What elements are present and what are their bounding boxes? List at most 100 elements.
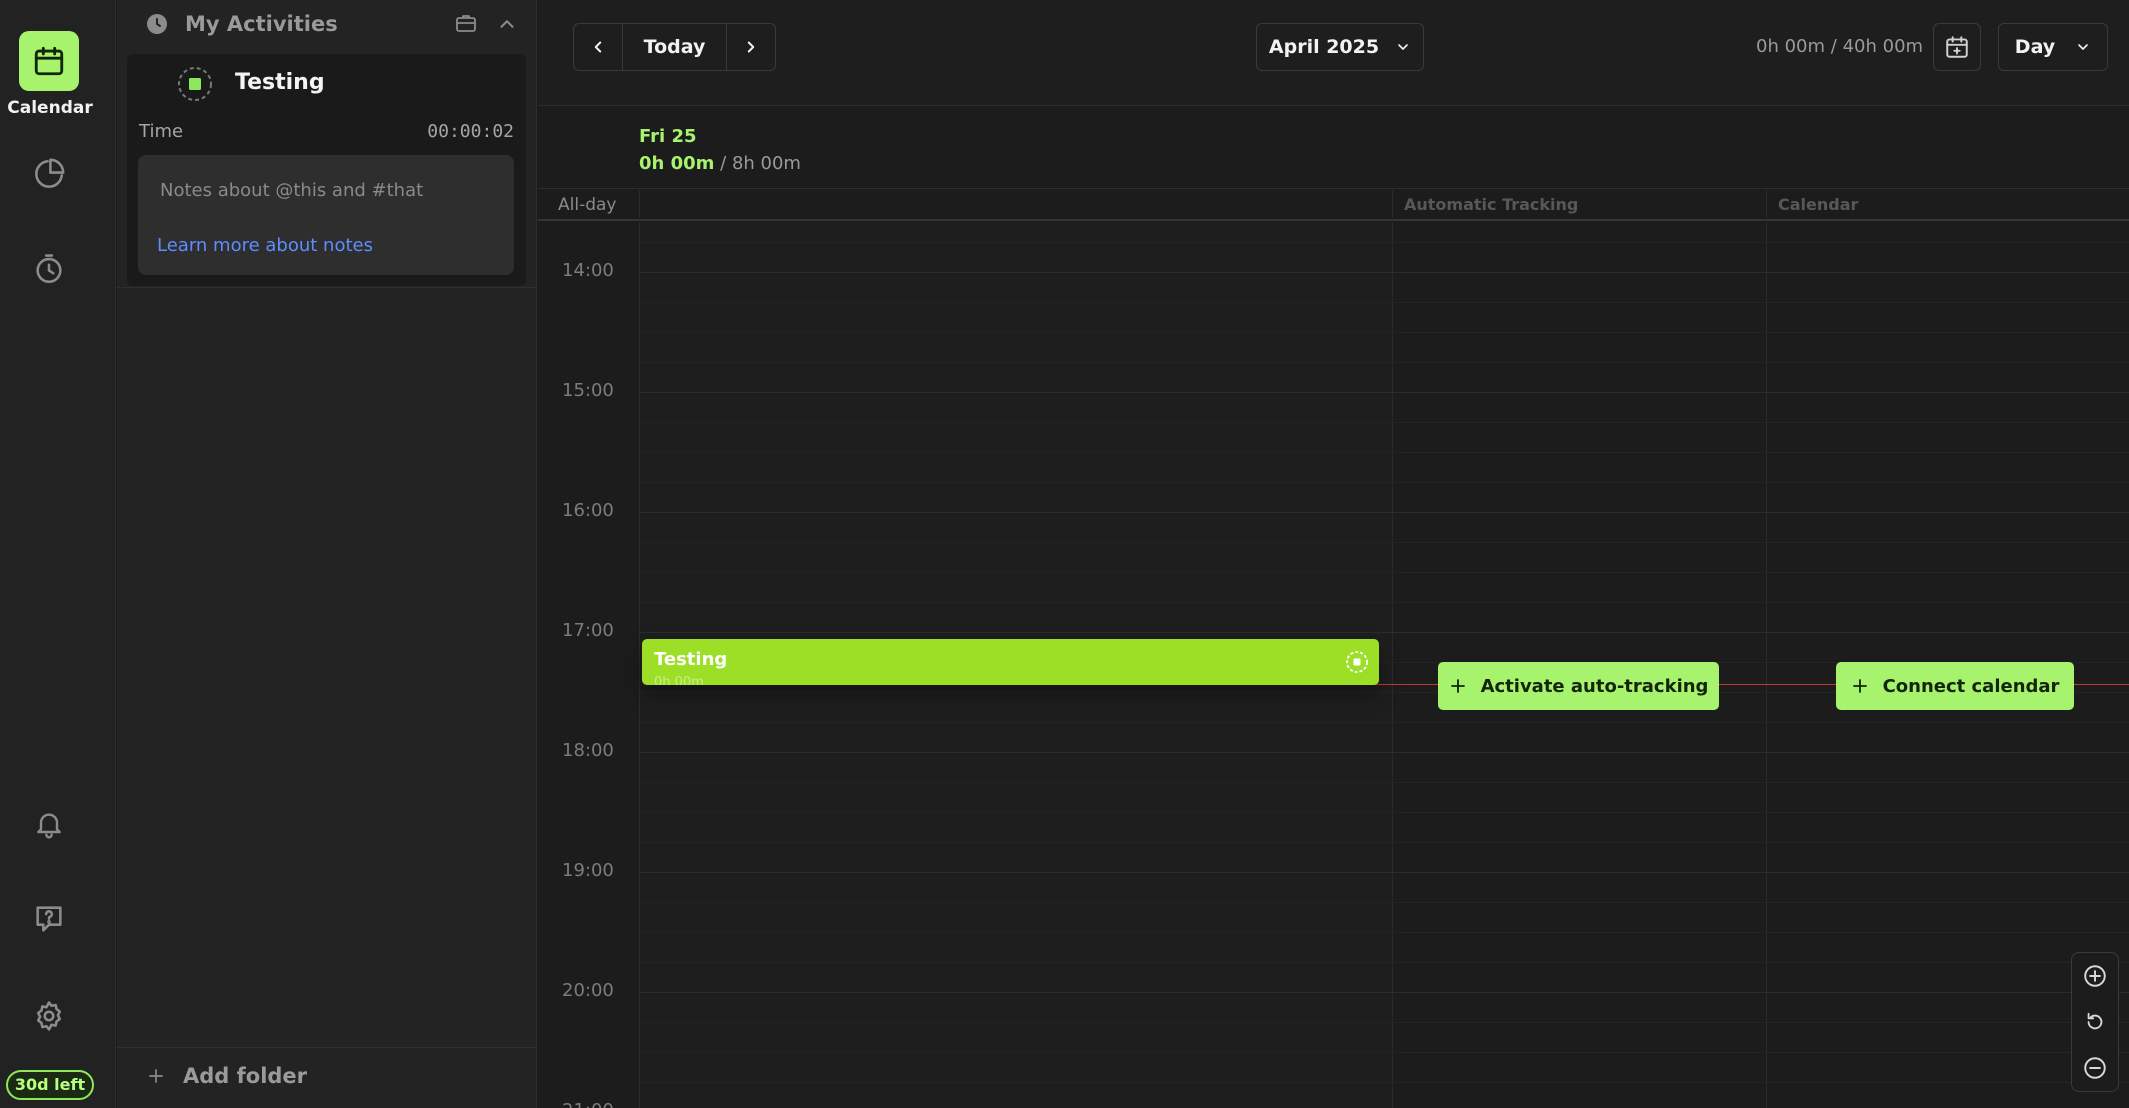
activity-card[interactable]: Testing Time 00:00:02 Notes about @this …	[127, 54, 526, 286]
collapse-chevron-icon[interactable]	[496, 13, 518, 35]
month-picker[interactable]: April 2025	[1256, 23, 1424, 71]
timesheet-nav-button[interactable]	[30, 250, 68, 288]
activate-auto-tracking-label: Activate auto-tracking	[1480, 675, 1709, 697]
stop-tracking-icon[interactable]	[177, 66, 213, 102]
zoom-out-icon	[2084, 1057, 2106, 1079]
chevron-right-icon	[747, 41, 755, 53]
automatic-tracking-column-header: Automatic Tracking	[1404, 195, 1579, 214]
all-day-label: All-day	[558, 195, 617, 215]
column-divider	[1766, 222, 1767, 1108]
time-label: Time	[139, 121, 184, 142]
hour-label: 21:00	[562, 1100, 614, 1108]
quarter-hour-line	[640, 572, 2129, 573]
quarter-hour-line	[640, 722, 2129, 723]
hour-line	[640, 392, 2129, 393]
event-duration: 0h 00m	[654, 675, 704, 685]
calendar-icon	[34, 46, 64, 76]
calendar-event[interactable]: Testing 0h 00m	[642, 639, 1379, 685]
left-rail: Calendar 30d left	[0, 0, 116, 1108]
calendar-main: Today April 2025 0h 00m / 40h 00m Day Fr…	[538, 0, 2129, 1108]
quarter-hour-line	[640, 452, 2129, 453]
plus-icon	[1852, 679, 1867, 693]
notifications-button[interactable]	[30, 805, 68, 843]
column-divider	[639, 190, 640, 221]
quarter-hour-line	[640, 1052, 2129, 1053]
zoom-in-icon	[2084, 965, 2106, 987]
bell-icon	[37, 813, 61, 839]
quarter-hour-line	[640, 362, 2129, 363]
activity-name: Testing	[235, 70, 325, 95]
settings-button[interactable]	[30, 997, 68, 1035]
add-folder-label: Add folder	[183, 1064, 308, 1088]
next-day-button[interactable]	[727, 24, 775, 70]
view-picker[interactable]: Day	[1998, 23, 2108, 71]
hour-line	[640, 992, 2129, 993]
week-tracked: 0h 00m	[1756, 36, 1826, 57]
activities-panel: My Activities Testing Time 00:00:02 Note…	[117, 0, 537, 1108]
chevron-left-icon	[594, 41, 602, 53]
calendar-nav-button[interactable]	[19, 31, 79, 91]
add-calendar-event-button[interactable]	[1933, 23, 1981, 71]
week-goal: 40h 00m	[1842, 36, 1924, 57]
day-goal: / 8h 00m	[720, 153, 801, 174]
zoom-out-button[interactable]	[2072, 1045, 2118, 1091]
trial-days-badge[interactable]: 30d left	[6, 1070, 94, 1100]
quarter-hour-line	[640, 962, 2129, 963]
help-button[interactable]	[30, 900, 68, 938]
calendar-column-header: Calendar	[1778, 195, 1859, 214]
pie-chart-icon	[35, 158, 65, 188]
stopwatch-icon	[36, 254, 62, 284]
plus-icon	[1450, 679, 1465, 693]
quarter-hour-line	[640, 482, 2129, 483]
connect-calendar-button[interactable]: Connect calendar	[1836, 662, 2074, 710]
month-label: April 2025	[1268, 36, 1380, 58]
learn-notes-link[interactable]: Learn more about notes	[157, 235, 373, 256]
quarter-hour-line	[640, 902, 2129, 903]
zoom-in-button[interactable]	[2072, 953, 2118, 999]
gear-icon	[36, 1001, 62, 1031]
connect-calendar-label: Connect calendar	[1882, 675, 2060, 697]
view-label: Day	[2014, 36, 2056, 58]
briefcase-icon[interactable]	[453, 11, 479, 35]
week-hours-summary: 0h 00m / 40h 00m	[1756, 36, 1923, 57]
column-divider	[1392, 190, 1393, 221]
week-separator: /	[1830, 36, 1837, 57]
hour-label: 16:00	[562, 500, 614, 521]
quarter-hour-line	[640, 932, 2129, 933]
hour-line	[640, 512, 2129, 513]
all-day-row[interactable]: All-day Automatic Tracking Calendar	[538, 190, 2129, 221]
notes-input[interactable]: Notes about @this and #that Learn more a…	[138, 155, 514, 275]
quarter-hour-line	[640, 332, 2129, 333]
hour-label: 19:00	[562, 860, 614, 881]
calendar-toolbar: Today April 2025 0h 00m / 40h 00m Day	[538, 0, 2129, 106]
column-divider	[639, 222, 640, 1108]
day-tracked: 0h 00m	[639, 153, 715, 174]
quarter-hour-line	[640, 812, 2129, 813]
hour-line	[640, 872, 2129, 873]
hour-label: 17:00	[562, 620, 614, 641]
chevron-down-icon	[1398, 44, 1408, 50]
day-name[interactable]: Fri 25	[639, 126, 697, 147]
quarter-hour-line	[640, 782, 2129, 783]
quarter-hour-line	[640, 1082, 2129, 1083]
calendar-plus-icon	[1946, 36, 1968, 58]
zoom-reset-button[interactable]	[2072, 999, 2118, 1045]
quarter-hour-line	[640, 602, 2129, 603]
quarter-hour-line	[640, 422, 2129, 423]
clock-icon	[147, 14, 167, 34]
event-title: Testing	[654, 649, 728, 670]
today-button[interactable]: Today	[622, 24, 727, 70]
stop-icon[interactable]	[1345, 650, 1369, 674]
activate-auto-tracking-button[interactable]: Activate auto-tracking	[1438, 662, 1719, 710]
calendar-nav-label: Calendar	[7, 98, 93, 118]
hour-label: 20:00	[562, 980, 614, 1001]
add-folder-button[interactable]: Add folder	[147, 1064, 307, 1088]
hour-label: 15:00	[562, 380, 614, 401]
time-value: 00:00:02	[427, 121, 514, 142]
quarter-hour-line	[640, 302, 2129, 303]
quarter-hour-line	[640, 542, 2129, 543]
previous-day-button[interactable]	[574, 24, 622, 70]
reports-nav-button[interactable]	[30, 155, 68, 193]
help-chat-icon	[36, 906, 62, 932]
date-navigation: Today	[573, 23, 776, 71]
